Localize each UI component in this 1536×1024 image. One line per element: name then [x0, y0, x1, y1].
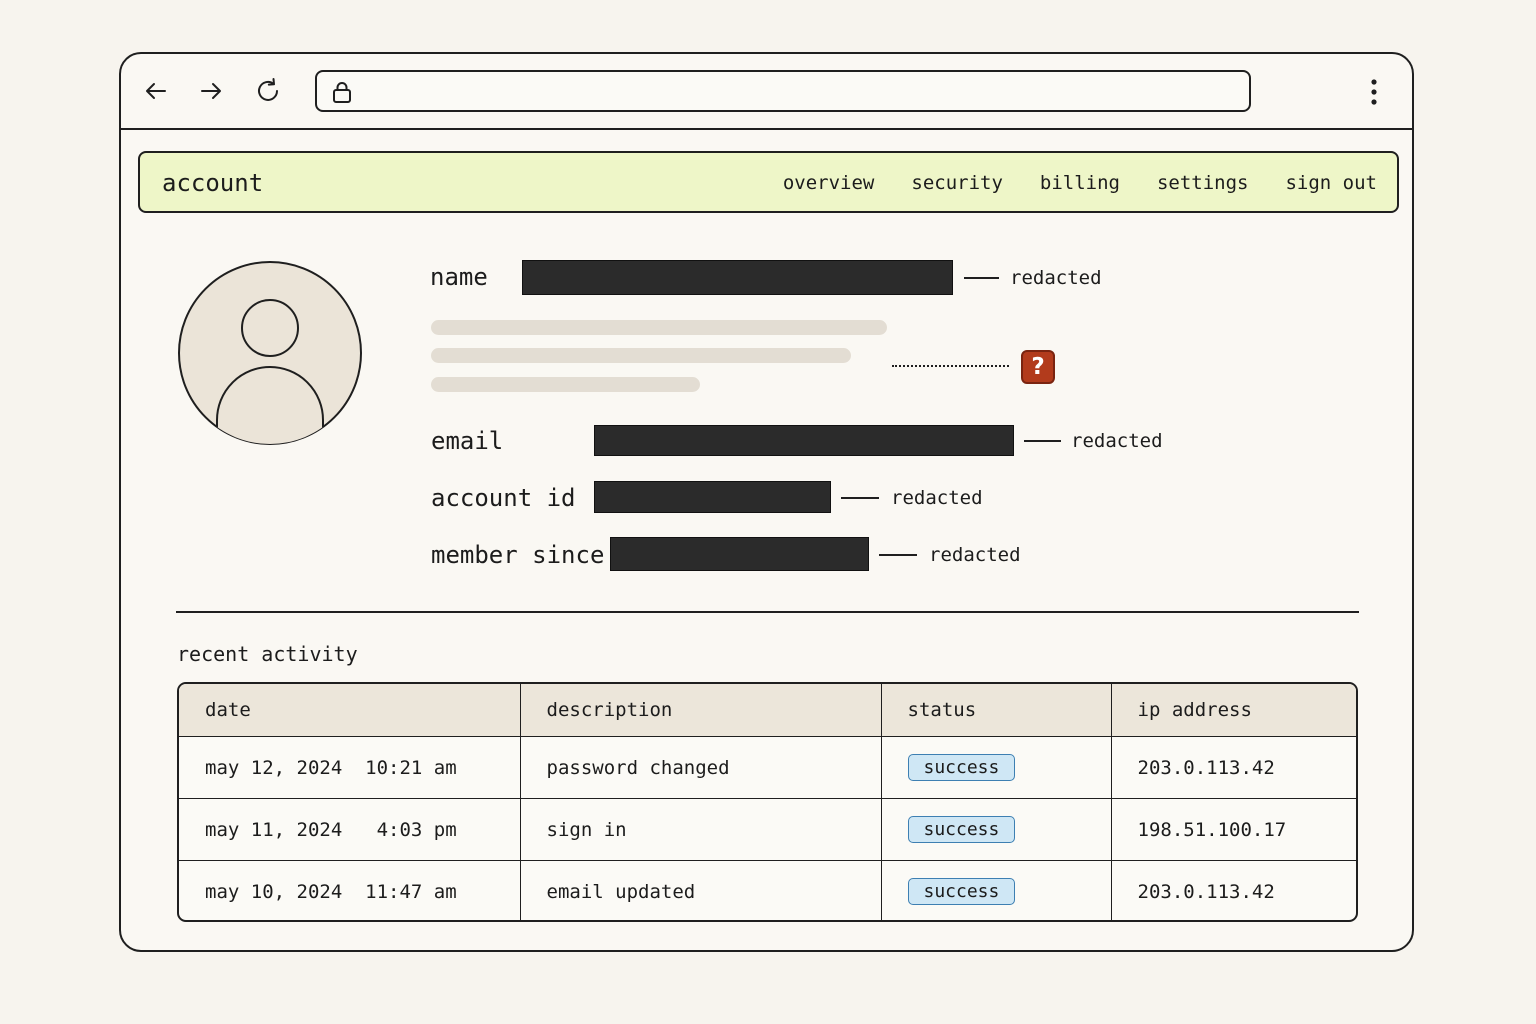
- member-since-redacted-value: [610, 537, 869, 571]
- date-text: may 11, 2024 4:03 pm: [205, 818, 457, 841]
- name-label: name: [430, 263, 488, 291]
- member-since-leader-line: [879, 554, 917, 556]
- reload-icon[interactable]: [253, 76, 283, 106]
- ip-cell: 198.51.100.17: [1110, 798, 1356, 861]
- description-cell: sign in: [519, 798, 882, 861]
- unknown-question-icon: ?: [1021, 350, 1055, 384]
- lock-icon: [333, 82, 351, 103]
- skeleton-line: [431, 320, 887, 335]
- dotted-leader-line: [892, 365, 1009, 367]
- status-cell: success: [880, 736, 1112, 799]
- status-badge: success: [907, 816, 1016, 843]
- table-row: may 12, 2024 10:21 am password changed s…: [179, 736, 1356, 799]
- name-leader-line: [964, 277, 999, 279]
- nav-link-billing[interactable]: billing: [1040, 172, 1120, 194]
- name-redacted-value: [522, 260, 953, 295]
- email-label: email: [431, 427, 504, 455]
- address-bar[interactable]: [315, 70, 1251, 112]
- status-cell: success: [880, 798, 1112, 861]
- column-header-status: status: [880, 684, 1112, 737]
- email-redacted-note: redacted: [1071, 430, 1163, 452]
- account-id-redacted-note: redacted: [891, 487, 983, 509]
- app-title: account: [162, 169, 264, 197]
- date-cell: may 12, 2024 10:21 am: [179, 736, 521, 799]
- table-row: may 10, 2024 11:47 am email updated succ…: [179, 860, 1356, 920]
- activity-table: date description status ip address may 1…: [177, 682, 1358, 922]
- back-arrow-icon[interactable]: [141, 76, 171, 106]
- nav-link-security[interactable]: security: [911, 172, 1003, 194]
- ip-cell: 203.0.113.42: [1110, 736, 1356, 799]
- email-redacted-value: [594, 425, 1014, 456]
- app-nav-bar: account overview security billing settin…: [138, 151, 1399, 213]
- email-leader-line: [1024, 440, 1061, 442]
- description-cell: password changed: [519, 736, 882, 799]
- nav-links: overview security billing settings sign …: [783, 172, 1377, 194]
- date-cell: may 10, 2024 11:47 am: [179, 860, 521, 920]
- account-id-leader-line: [841, 497, 879, 499]
- skeleton-line: [431, 348, 851, 363]
- recent-activity-title: recent activity: [177, 642, 358, 666]
- nav-link-sign-out[interactable]: sign out: [1285, 172, 1377, 194]
- more-vertical-icon[interactable]: [1360, 78, 1388, 108]
- nav-link-settings[interactable]: settings: [1157, 172, 1249, 194]
- nav-link-overview[interactable]: overview: [783, 172, 875, 194]
- browser-toolbar: [121, 54, 1412, 130]
- table-header-row: date description status ip address: [179, 684, 1356, 737]
- table-row: may 11, 2024 4:03 pm sign in success 198…: [179, 798, 1356, 861]
- column-header-date: date: [179, 684, 521, 737]
- account-id-label: account id: [431, 484, 576, 512]
- status-cell: success: [880, 860, 1112, 920]
- avatar-placeholder-icon: [178, 261, 362, 445]
- ip-cell: 203.0.113.42: [1110, 860, 1356, 920]
- section-divider: [176, 611, 1359, 613]
- date-cell: may 11, 2024 4:03 pm: [179, 798, 521, 861]
- forward-arrow-icon[interactable]: [196, 76, 226, 106]
- column-header-description: description: [519, 684, 882, 737]
- member-since-redacted-note: redacted: [929, 544, 1021, 566]
- status-badge: success: [907, 754, 1016, 781]
- name-redacted-note: redacted: [1010, 267, 1102, 289]
- account-id-redacted-value: [594, 481, 831, 513]
- status-badge: success: [907, 878, 1016, 905]
- date-text: may 10, 2024 11:47 am: [205, 880, 457, 903]
- description-cell: email updated: [519, 860, 882, 920]
- member-since-label: member since: [431, 541, 605, 569]
- skeleton-line: [431, 377, 700, 392]
- column-header-ip-address: ip address: [1110, 684, 1356, 737]
- date-text: may 12, 2024 10:21 am: [205, 756, 457, 779]
- browser-window: account overview security billing settin…: [119, 52, 1414, 952]
